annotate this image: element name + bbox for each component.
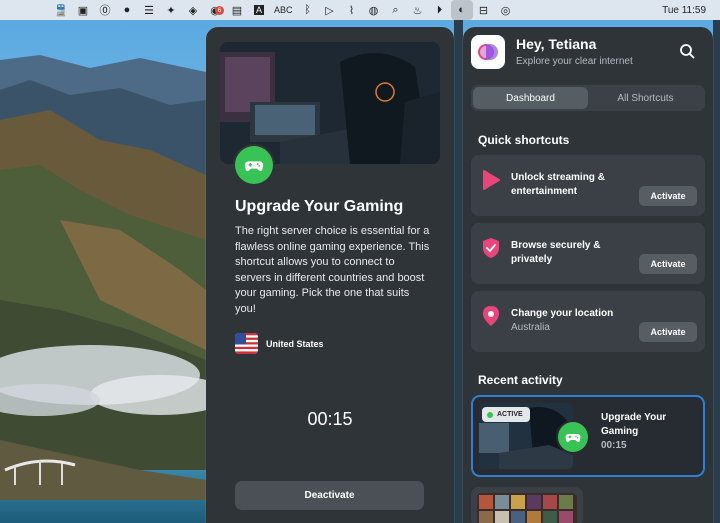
- shortcut-title: Unlock streaming & entertainment: [511, 172, 605, 197]
- display-icon[interactable]: ▣: [72, 0, 94, 20]
- gamepad-icon: [235, 146, 273, 184]
- tab-all-shortcuts[interactable]: All Shortcuts: [588, 87, 703, 109]
- input-letter: A: [253, 5, 264, 15]
- dashboard-panel: Hey, Tetiana Explore your clear internet…: [463, 27, 713, 523]
- layers-icon[interactable]: ◈: [182, 0, 204, 20]
- bluetooth-icon[interactable]: ᛒ: [297, 0, 319, 20]
- menu-bar: 🚆 ▣ ⓪ ● ☰ ✦ ◈ ◉6 ▤ A ABC ᛒ ▷ ⌇ ◍ ⌕ ♨ ⏵ ◐…: [0, 0, 720, 20]
- notification-icon[interactable]: ◉6: [204, 0, 226, 20]
- train-icon[interactable]: 🚆: [50, 0, 72, 20]
- keyboard-icon[interactable]: ▤: [226, 0, 248, 20]
- clear-app-icon[interactable]: ◐: [450, 0, 473, 20]
- detail-title: Upgrade Your Gaming: [235, 198, 404, 215]
- recent-activity-heading: Recent activity: [478, 373, 563, 387]
- country-name: United States: [266, 338, 324, 349]
- activity-time: 00:15: [601, 440, 627, 451]
- activity-thumbnail: [477, 493, 577, 523]
- notification-badge: 6: [215, 6, 224, 15]
- active-dot-icon: [487, 411, 493, 418]
- dropbox-icon[interactable]: ✦: [160, 0, 182, 20]
- country-selector[interactable]: United States: [235, 333, 324, 354]
- shortcut-subtitle: Australia: [511, 322, 550, 333]
- status-label: ACTIVE: [497, 411, 523, 418]
- greeting-title: Hey, Tetiana: [516, 36, 597, 52]
- shortcut-card-streaming[interactable]: Unlock streaming & entertainment Activat…: [471, 155, 705, 216]
- app-logo-icon: [471, 35, 505, 69]
- recent-activity-item[interactable]: [471, 487, 583, 523]
- shortcut-detail-panel: Upgrade Your Gaming The right server cho…: [206, 27, 454, 523]
- activate-secure-button[interactable]: Activate: [639, 254, 697, 274]
- bowler-hat-icon[interactable]: ●: [116, 0, 138, 20]
- search-icon[interactable]: ⌕: [385, 0, 407, 20]
- menubar-clock[interactable]: Tue 11:59: [662, 5, 706, 16]
- input-source-icon[interactable]: A: [248, 0, 270, 20]
- input-source-label: ABC: [274, 5, 293, 15]
- play-icon: [481, 169, 501, 191]
- play-icon[interactable]: ▷: [319, 0, 341, 20]
- shortcut-title: Browse securely & privately: [511, 240, 601, 265]
- shortcut-card-secure[interactable]: Browse securely & privately Activate: [471, 223, 705, 284]
- recent-activity-item[interactable]: ACTIVE Upgrade Your Gaming 00:15: [471, 395, 705, 477]
- detail-description: The right server choice is essential for…: [235, 225, 430, 315]
- status-badge: ACTIVE: [482, 407, 530, 422]
- play-circle-icon[interactable]: ⏵: [429, 0, 451, 20]
- location-pin-icon: [481, 305, 501, 327]
- deactivate-button[interactable]: Deactivate: [235, 481, 424, 510]
- siri-icon[interactable]: ◎: [495, 0, 517, 20]
- list-icon[interactable]: ☰: [138, 0, 160, 20]
- gamepad-icon: [558, 422, 588, 452]
- flame-icon[interactable]: ♨: [407, 0, 429, 20]
- control-center-icon[interactable]: ⊟: [473, 0, 495, 20]
- us-flag-icon: [235, 333, 258, 354]
- shortcut-card-location[interactable]: Change your location Australia Activate: [471, 291, 705, 352]
- activity-title: Upgrade Your Gaming: [601, 412, 667, 437]
- session-timer: 00:15: [307, 409, 353, 429]
- view-tabs: Dashboard All Shortcuts: [471, 85, 705, 111]
- user-icon[interactable]: ◍: [363, 0, 385, 20]
- activate-streaming-button[interactable]: Activate: [639, 186, 697, 206]
- shortcut-title: Change your location: [511, 308, 614, 319]
- circle-o-icon[interactable]: ⓪: [94, 0, 116, 20]
- shield-check-icon: [481, 237, 501, 259]
- wifi-icon[interactable]: ⌇: [341, 0, 363, 20]
- quick-shortcuts-heading: Quick shortcuts: [478, 133, 570, 147]
- greeting-subtitle: Explore your clear internet: [516, 56, 633, 67]
- tab-dashboard[interactable]: Dashboard: [473, 87, 588, 109]
- activate-location-button[interactable]: Activate: [639, 322, 697, 342]
- search-icon[interactable]: [679, 43, 695, 59]
